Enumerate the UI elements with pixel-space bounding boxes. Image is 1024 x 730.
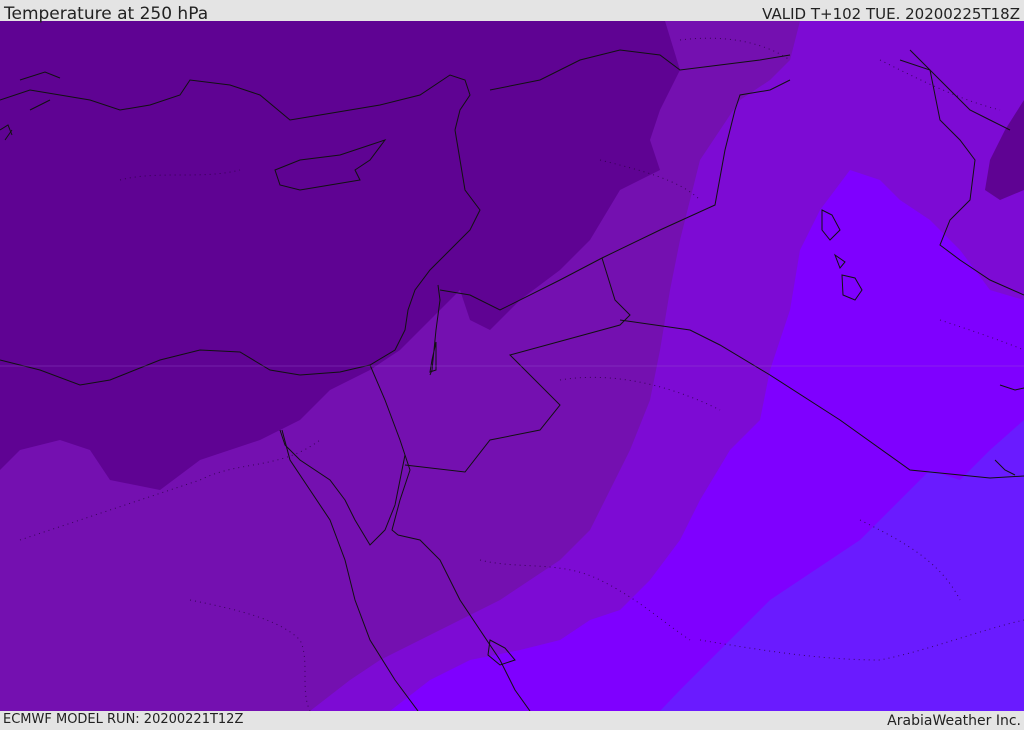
header-bar: Temperature at 250 hPa VALID T+102 TUE. … xyxy=(0,0,1024,24)
weather-map[interactable] xyxy=(0,21,1024,711)
credit-label: ArabiaWeather Inc. xyxy=(887,713,1021,729)
map-title: Temperature at 250 hPa xyxy=(4,4,209,24)
valid-time: VALID T+102 TUE. 20200225T18Z xyxy=(762,5,1020,23)
model-run: ECMWF MODEL RUN: 20200221T12Z xyxy=(3,712,244,727)
footer-bar: ECMWF MODEL RUN: 20200221T12Z ArabiaWeat… xyxy=(0,711,1024,729)
